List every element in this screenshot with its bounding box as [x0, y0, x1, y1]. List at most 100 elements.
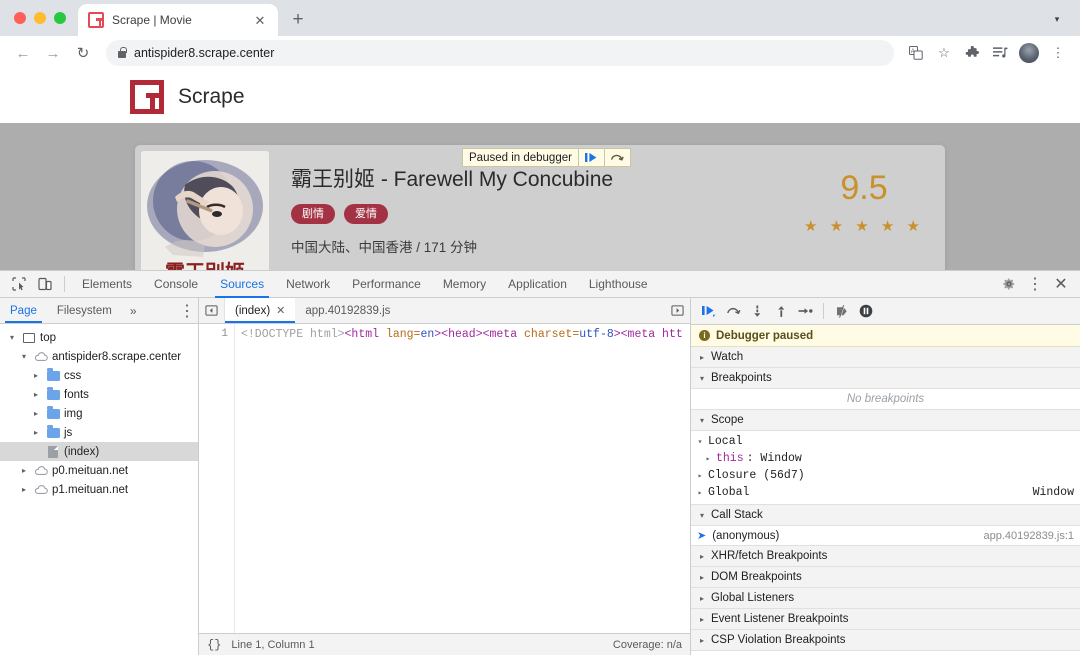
section-global-listeners[interactable]: ▸ Global Listeners: [691, 588, 1080, 609]
chevron-down-icon[interactable]: ▾: [18, 352, 30, 361]
scope-row-this[interactable]: ▸ this : Window: [691, 450, 1080, 467]
chevron-down-icon[interactable]: ▾: [1048, 10, 1066, 28]
extensions-puzzle-icon[interactable]: [960, 41, 984, 65]
chevron-right-icon[interactable]: ▸: [697, 594, 707, 603]
navigator-more-tabs-icon[interactable]: »: [122, 298, 145, 323]
tab-sources[interactable]: Sources: [209, 271, 275, 298]
tree-item-fonts[interactable]: ▸ fonts: [0, 385, 198, 404]
previous-tab-icon[interactable]: [199, 298, 225, 323]
chevron-down-icon[interactable]: ▾: [697, 511, 707, 520]
close-icon[interactable]: ✕: [276, 304, 285, 317]
chevron-right-icon[interactable]: ▸: [30, 390, 42, 399]
tab-console[interactable]: Console: [143, 271, 209, 298]
no-breakpoints-message: No breakpoints: [691, 389, 1080, 410]
navigator-menu-icon[interactable]: ⋮: [176, 298, 198, 323]
address-bar[interactable]: antispider8.scrape.center: [106, 40, 894, 66]
tree-item-img[interactable]: ▸ img: [0, 404, 198, 423]
maximize-window-button[interactable]: [54, 12, 66, 24]
chevron-right-icon[interactable]: ▸: [703, 454, 713, 464]
tree-item-p1-meituan[interactable]: ▸ p1.meituan.net: [0, 480, 198, 499]
chevron-down-icon[interactable]: ▾: [6, 333, 18, 342]
resume-button[interactable]: [697, 300, 721, 322]
chevron-right-icon[interactable]: ▸: [697, 353, 707, 362]
chevron-right-icon[interactable]: ▸: [18, 466, 30, 475]
editor-tab-app-js[interactable]: app.40192839.js: [295, 298, 400, 323]
tab-lighthouse[interactable]: Lighthouse: [578, 271, 659, 298]
scope-row-closure[interactable]: ▸ Closure (56d7): [691, 467, 1080, 484]
chevron-right-icon[interactable]: ▸: [697, 615, 707, 624]
gear-icon[interactable]: [996, 273, 1022, 295]
tree-item-index[interactable]: (index): [0, 442, 198, 461]
editor-tab-index[interactable]: (index) ✕: [225, 298, 295, 323]
tree-item-js[interactable]: ▸ js: [0, 423, 198, 442]
overlay-step-over-button[interactable]: [604, 149, 630, 166]
call-stack-frame[interactable]: ➤ (anonymous) app.40192839.js:1: [691, 526, 1080, 546]
scope-row-local[interactable]: ▾ Local: [691, 433, 1080, 450]
chevron-right-icon[interactable]: ▸: [695, 471, 705, 481]
section-breakpoints[interactable]: ▾ Breakpoints: [691, 368, 1080, 389]
tree-item-antispider8[interactable]: ▾ antispider8.scrape.center: [0, 347, 198, 366]
section-xhr-fetch-breakpoints[interactable]: ▸ XHR/fetch Breakpoints: [691, 546, 1080, 567]
scope-row-global[interactable]: ▸ Global Window: [691, 484, 1080, 501]
chevron-right-icon[interactable]: ▸: [695, 488, 705, 498]
bookmark-star-icon[interactable]: ☆: [932, 41, 956, 65]
reload-button[interactable]: ↻: [70, 40, 96, 66]
section-call-stack[interactable]: ▾ Call Stack: [691, 505, 1080, 526]
tab-elements[interactable]: Elements: [71, 271, 143, 298]
section-dom-breakpoints[interactable]: ▸ DOM Breakpoints: [691, 567, 1080, 588]
tab-memory[interactable]: Memory: [432, 271, 497, 298]
devtools-more-icon[interactable]: ⋮: [1022, 273, 1048, 295]
browser-tab[interactable]: Scrape | Movie ✕: [78, 4, 278, 36]
media-list-icon[interactable]: [988, 41, 1012, 65]
chevron-down-icon[interactable]: ▾: [697, 416, 707, 425]
section-scope[interactable]: ▾ Scope: [691, 410, 1080, 431]
chevron-down-icon[interactable]: ▾: [695, 437, 705, 447]
minimize-window-button[interactable]: [34, 12, 46, 24]
tree-item-top[interactable]: ▾ top: [0, 328, 198, 347]
chevron-down-icon[interactable]: ▾: [697, 374, 707, 383]
device-toolbar-icon[interactable]: [32, 273, 58, 295]
chevron-right-icon[interactable]: ▸: [30, 409, 42, 418]
deactivate-breakpoints-button[interactable]: [830, 300, 854, 322]
new-tab-button[interactable]: +: [284, 6, 312, 34]
browser-menu-icon[interactable]: ⋮: [1046, 41, 1070, 65]
step-over-button[interactable]: [721, 300, 745, 322]
overlay-resume-button[interactable]: [578, 149, 604, 166]
movie-title: 霸王别姬 - Farewell My Concubine: [291, 163, 789, 193]
window-controls: [10, 0, 78, 36]
section-watch[interactable]: ▸ Watch: [691, 347, 1080, 368]
close-window-button[interactable]: [14, 12, 26, 24]
translate-icon[interactable]: A: [904, 41, 928, 65]
info-icon: i: [699, 330, 710, 341]
step-out-button[interactable]: [769, 300, 793, 322]
step-button[interactable]: [793, 300, 817, 322]
tree-item-p0-meituan[interactable]: ▸ p0.meituan.net: [0, 461, 198, 480]
navigator-tab-page[interactable]: Page: [0, 298, 47, 323]
devtools-close-icon[interactable]: ✕: [1048, 273, 1074, 295]
next-tab-icon[interactable]: [664, 298, 690, 323]
tab-network[interactable]: Network: [275, 271, 341, 298]
tree-item-css[interactable]: ▸ css: [0, 366, 198, 385]
back-button[interactable]: ←: [10, 40, 36, 66]
tab-performance[interactable]: Performance: [341, 271, 432, 298]
section-csp-violation-breakpoints[interactable]: ▸ CSP Violation Breakpoints: [691, 630, 1080, 651]
section-event-listener-breakpoints[interactable]: ▸ Event Listener Breakpoints: [691, 609, 1080, 630]
tab-application[interactable]: Application: [497, 271, 578, 298]
navigator-tab-filesystem[interactable]: Filesystem: [47, 298, 122, 323]
chevron-right-icon[interactable]: ▸: [30, 371, 42, 380]
step-into-button[interactable]: [745, 300, 769, 322]
code-view[interactable]: 1 <!DOCTYPE html><html lang=en><head><me…: [199, 324, 690, 633]
inspect-element-icon[interactable]: [6, 273, 32, 295]
chevron-right-icon[interactable]: ▸: [697, 636, 707, 645]
pretty-print-button[interactable]: {}: [207, 638, 221, 652]
chevron-right-icon[interactable]: ▸: [30, 428, 42, 437]
movie-poster: 霸王别姬 ADIOS A MI CONCUBINA: [141, 151, 269, 272]
avatar[interactable]: [1019, 43, 1039, 63]
close-icon[interactable]: ✕: [252, 12, 268, 28]
forward-button[interactable]: →: [40, 40, 66, 66]
pause-on-exceptions-button[interactable]: [854, 300, 878, 322]
chevron-right-icon[interactable]: ▸: [18, 485, 30, 494]
chevron-right-icon[interactable]: ▸: [697, 552, 707, 561]
chevron-right-icon[interactable]: ▸: [697, 573, 707, 582]
editor-tab-bar: (index) ✕ app.40192839.js: [199, 298, 690, 324]
